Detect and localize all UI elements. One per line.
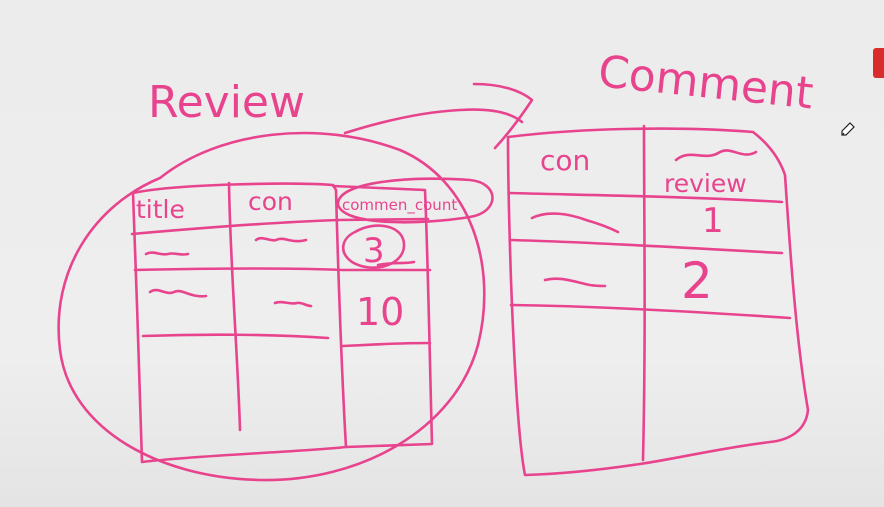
comment-table-row-line-1 [508,238,784,255]
comment-row1-con-squiggle [530,212,620,234]
review-row1-con-squiggle [254,236,308,243]
relation-arrow-head [472,82,534,150]
review-table-title: Review [148,77,305,128]
relation-arrow [343,108,524,135]
comment-table-row-line-2 [509,303,792,320]
review-table-row-line-1 [133,267,432,272]
review-row2-con-squiggle [273,300,313,308]
comment-row2-con-squiggle [543,277,607,288]
comment-row1-review: 1 [702,201,724,241]
review-row1-count: 3 [363,231,385,271]
crossed-out-word [674,149,758,162]
review-header-con: con [248,187,293,216]
comment-table-title: Comment [596,46,816,119]
review-circle-outline [57,131,486,482]
review-header-count: commen_count [342,196,457,215]
recording-tab[interactable] [873,48,884,78]
comment-table-frame [506,127,810,477]
pencil-icon [841,122,855,136]
review-header-title: title [136,195,185,224]
comment-table-col-divider [641,124,646,462]
review-row2-title-squiggle [148,288,208,298]
whiteboard-canvas: Review Comment title con commen_count 3 … [57,46,816,482]
review-table-col-divider-1 [227,181,242,432]
review-row2-count: 10 [356,290,404,334]
comment-row2-review: 2 [681,252,713,310]
review-row1-title-squiggle [144,251,190,256]
comment-header-con: con [540,144,590,177]
handwritten-labels: Review Comment title con commen_count 3 … [136,46,816,334]
comment-header-review: review [664,169,747,198]
review-table-row-line-2 [141,333,432,348]
